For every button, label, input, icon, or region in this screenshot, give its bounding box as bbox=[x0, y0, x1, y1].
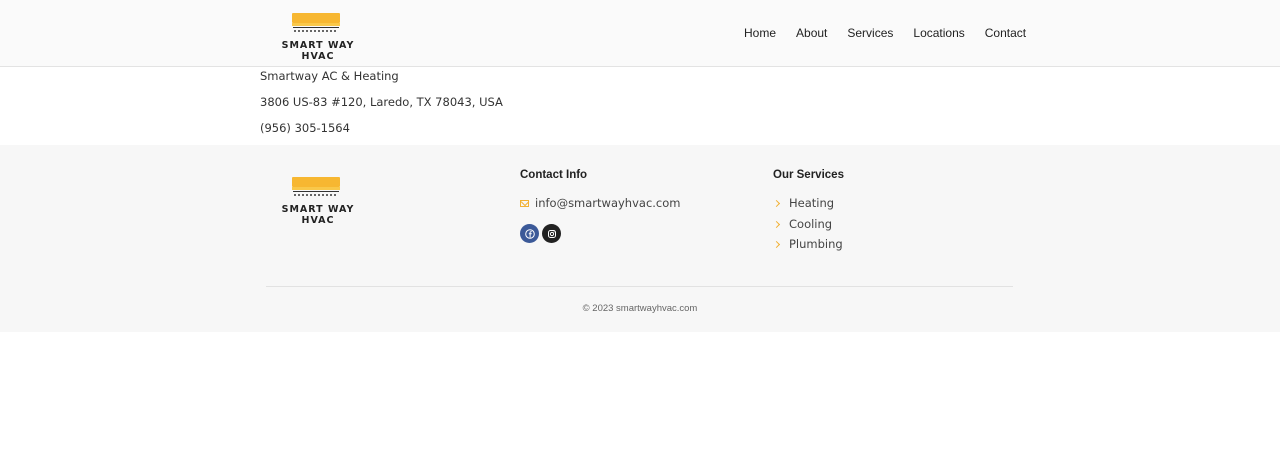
nav-services[interactable]: Services bbox=[847, 26, 893, 40]
service-cooling[interactable]: Cooling bbox=[772, 217, 832, 231]
nav-contact[interactable]: Contact bbox=[985, 26, 1026, 40]
logo-vent bbox=[294, 194, 338, 196]
envelope-icon bbox=[520, 199, 529, 207]
logo-text: SMART WAY HVAC bbox=[281, 40, 355, 62]
logo-bar-lower bbox=[292, 187, 340, 190]
nav-locations[interactable]: Locations bbox=[913, 26, 964, 40]
instagram-icon bbox=[547, 229, 556, 238]
footer-divider bbox=[266, 286, 1013, 287]
business-phone: (956) 305-1564 bbox=[260, 121, 350, 135]
header-logo[interactable]: SMART WAY HVAC bbox=[272, 13, 364, 62]
logo-bar bbox=[292, 13, 340, 23]
site-header: SMART WAY HVAC Home About Services Locat… bbox=[0, 0, 1280, 67]
contact-info-title: Contact Info bbox=[520, 169, 588, 181]
logo-line bbox=[293, 191, 339, 192]
footer-logo[interactable]: SMART WAY HVAC bbox=[272, 177, 364, 226]
business-address: 3806 US-83 #120, Laredo, TX 78043, USA bbox=[260, 95, 503, 109]
service-heating[interactable]: Heating bbox=[772, 196, 834, 210]
nav-home[interactable]: Home bbox=[744, 26, 776, 40]
instagram-button[interactable] bbox=[542, 224, 561, 243]
logo-line bbox=[293, 27, 339, 28]
facebook-button[interactable] bbox=[520, 224, 539, 243]
our-services-title: Our Services bbox=[773, 169, 844, 181]
logo-bar-lower bbox=[292, 23, 340, 26]
service-label[interactable]: Heating bbox=[789, 196, 834, 210]
site-footer: SMART WAY HVAC Contact Info info@smartwa… bbox=[0, 145, 1280, 332]
main-nav: Home About Services Locations Contact bbox=[744, 26, 1046, 40]
nav-about[interactable]: About bbox=[796, 26, 827, 40]
email-link[interactable]: info@smartwayhvac.com bbox=[535, 196, 681, 210]
logo-bar bbox=[292, 177, 340, 187]
email-row[interactable]: info@smartwayhvac.com bbox=[520, 196, 681, 210]
facebook-icon bbox=[524, 228, 535, 239]
copyright-text: © 2023 smartwayhvac.com bbox=[582, 303, 698, 314]
chevron-right-icon bbox=[772, 199, 781, 207]
service-plumbing[interactable]: Plumbing bbox=[772, 237, 843, 251]
service-label[interactable]: Cooling bbox=[789, 217, 832, 231]
logo-text: SMART WAY HVAC bbox=[281, 204, 355, 226]
chevron-right-icon bbox=[772, 240, 781, 248]
chevron-right-icon bbox=[772, 220, 781, 228]
logo-vent bbox=[294, 30, 338, 32]
service-label[interactable]: Plumbing bbox=[789, 237, 843, 251]
business-name: Smartway AC & Heating bbox=[260, 69, 399, 83]
